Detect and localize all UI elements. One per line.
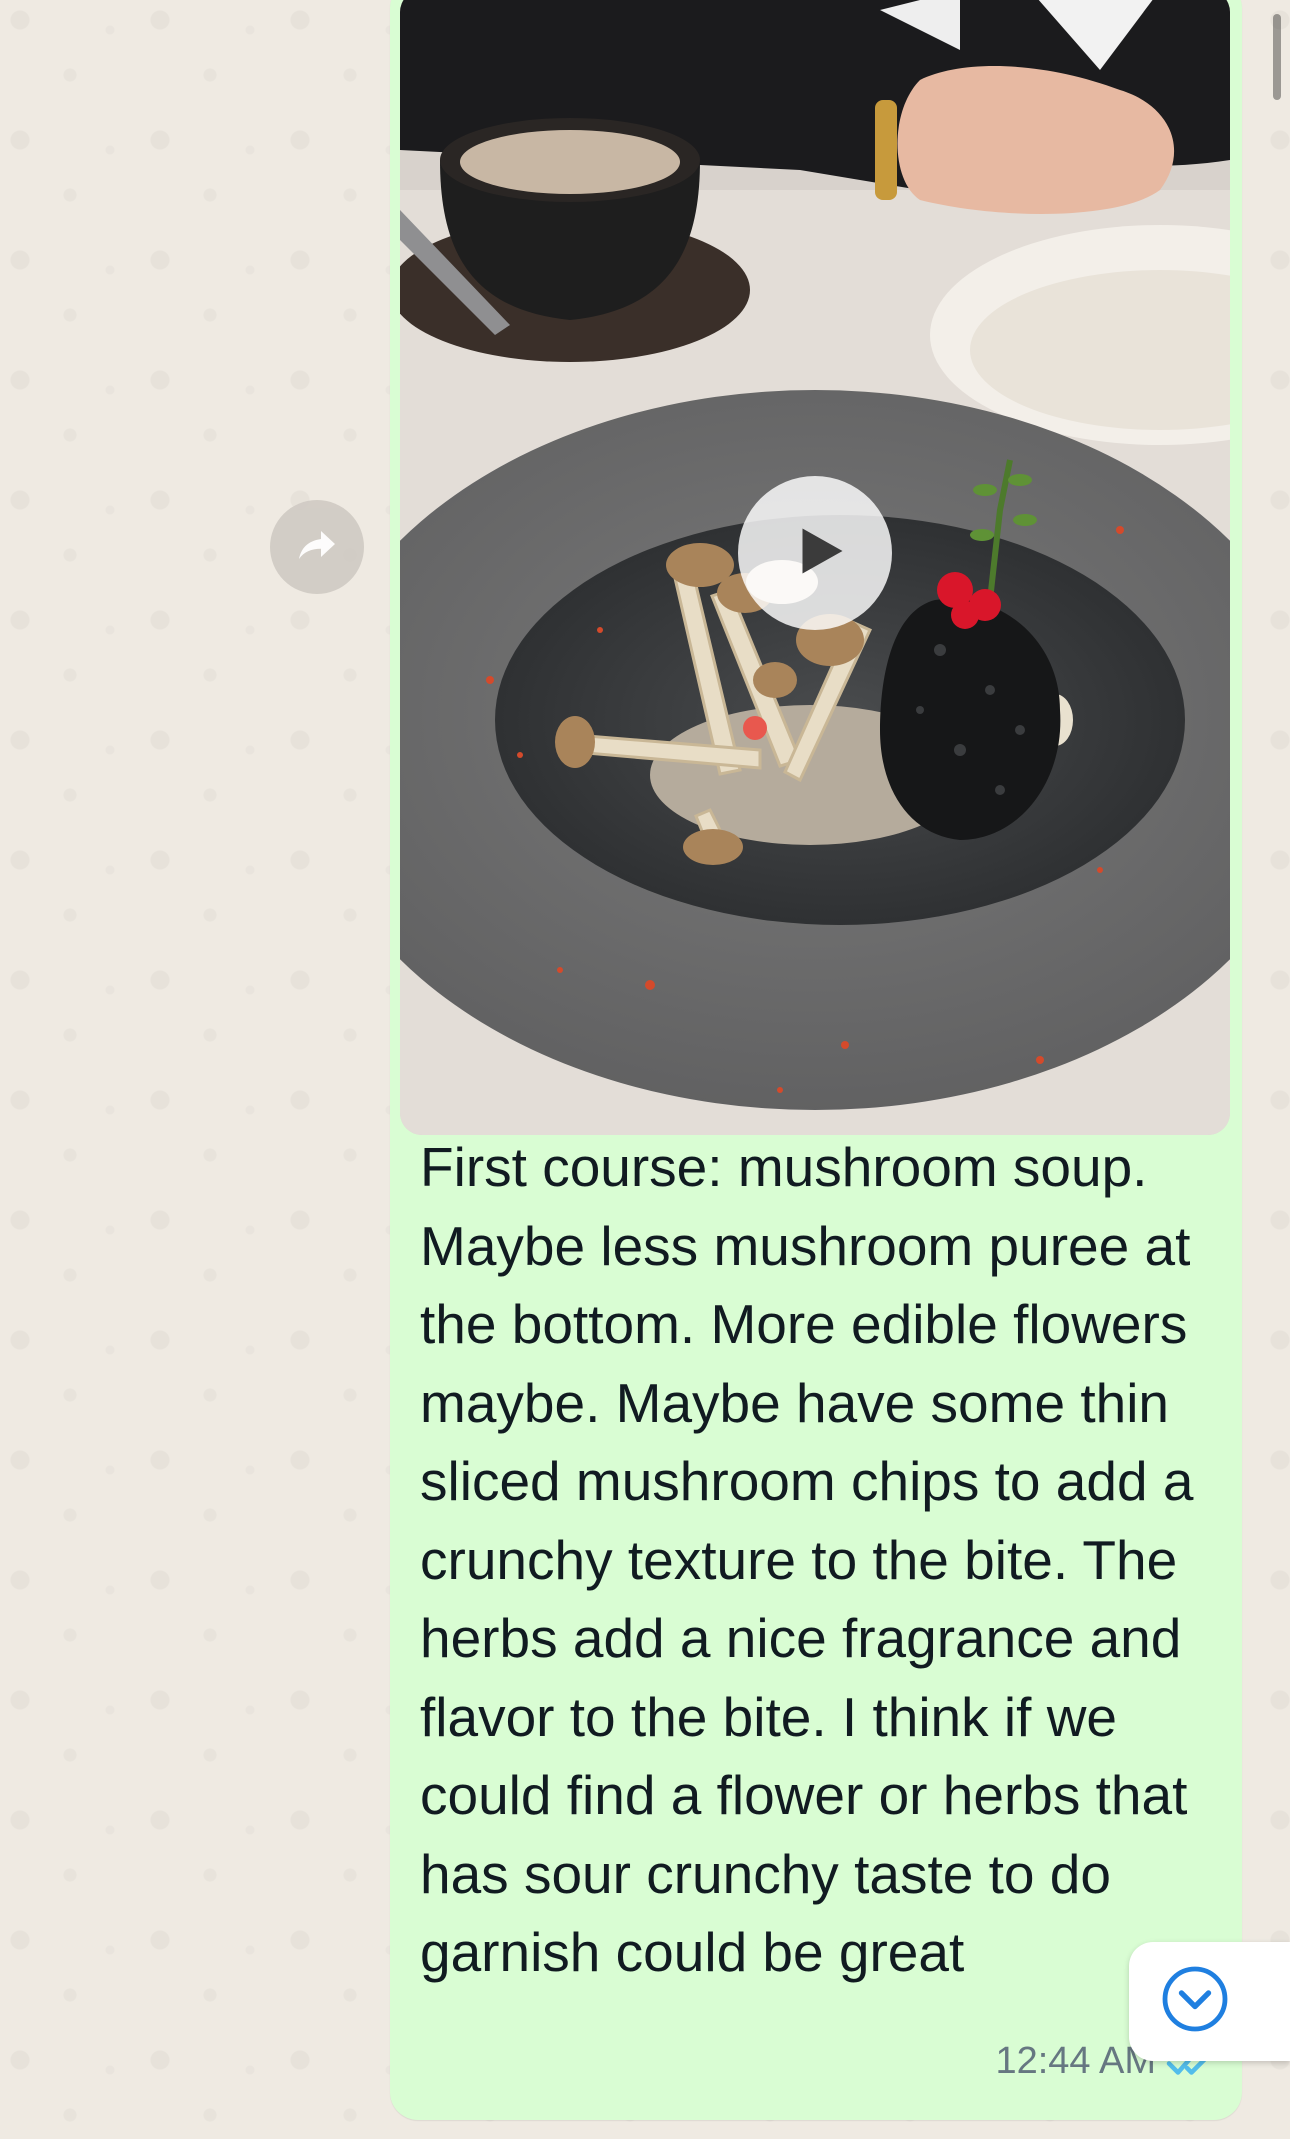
scrollbar-thumb[interactable] xyxy=(1273,14,1281,100)
message-bubble-outgoing[interactable]: First course: mushroom soup. Maybe less … xyxy=(390,0,1242,2120)
chat-area: First course: mushroom soup. Maybe less … xyxy=(0,0,1290,2139)
chevron-down-circle-icon xyxy=(1159,1963,1261,2040)
forward-button[interactable] xyxy=(270,500,364,594)
scroll-to-bottom-button[interactable] xyxy=(1129,1942,1290,2061)
play-button[interactable] xyxy=(738,476,892,630)
play-icon xyxy=(780,521,850,586)
video-thumbnail[interactable] xyxy=(400,0,1230,1135)
forward-arrow-icon xyxy=(293,521,341,574)
message-caption: First course: mushroom soup. Maybe less … xyxy=(420,1136,1194,1983)
